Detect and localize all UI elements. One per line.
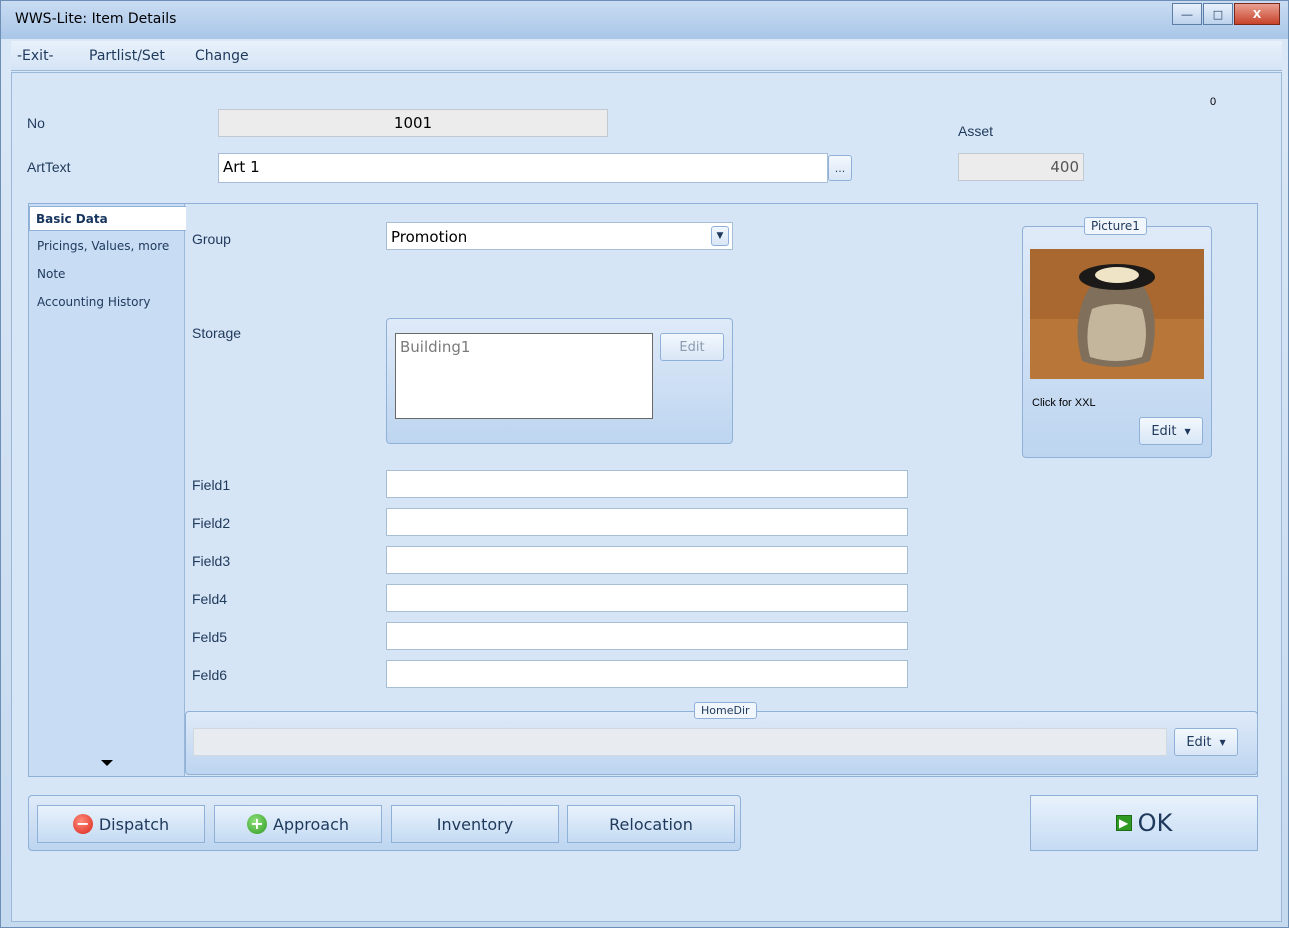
group-select[interactable]: Promotion [386,222,733,250]
tab-accounting-history[interactable]: Accounting History [37,295,151,309]
feld6-label: Feld6 [192,667,228,683]
tab-basic-data[interactable]: Basic Data [29,206,186,231]
item-picture[interactable] [1030,249,1204,379]
chevron-down-icon[interactable]: ▼ [711,226,729,246]
tab-note[interactable]: Note [37,267,65,281]
picture-title: Picture1 [1084,217,1147,235]
approach-button[interactable]: + Approach [214,805,382,843]
item-photo-icon [1030,249,1204,379]
field1-label: Field1 [192,477,231,493]
chevron-down-icon: ▼ [1219,737,1226,747]
window-controls: ― □ X [1171,3,1280,25]
exit-arrow-icon: ▶ [1115,815,1132,831]
feld5-label: Feld5 [192,629,228,645]
homedir-edit-button[interactable]: Edit ▼ [1174,728,1238,756]
scroll-down-icon[interactable] [101,760,113,766]
picture-edit-label: Edit [1151,423,1177,439]
picture-groupbox: Picture1 Click for XXL Edit ▼ [1022,217,1212,458]
feld5-input[interactable] [386,622,908,650]
arttext-label: ArtText [27,159,71,175]
minus-icon: − [72,814,93,834]
ok-label: OK [1137,809,1173,837]
field3-label: Field3 [192,553,231,569]
field3-input[interactable] [386,546,908,574]
homedir-edit-label: Edit [1186,734,1212,750]
record-counter: 0 [1210,96,1217,108]
plus-icon: + [246,814,267,834]
chevron-down-icon: ▼ [1184,426,1191,436]
dispatch-label: Dispatch [98,814,170,834]
asset-field[interactable]: 400 [958,153,1084,181]
tab-list: Basic Data Pricings, Values, more Note A… [29,204,186,776]
homedir-groupbox: HomeDir Edit ▼ [185,702,1258,775]
feld6-input[interactable] [386,660,908,688]
field2-input[interactable] [386,508,908,536]
feld4-input[interactable] [386,584,908,612]
storage-list[interactable]: Building1 [395,333,653,419]
homedir-title: HomeDir [694,702,757,719]
relocation-button[interactable]: Relocation [567,805,735,843]
item-details-window: WWS-Lite: Item Details ― □ X -Exit- Part… [0,0,1289,928]
arttext-browse-button[interactable]: ... [828,155,852,181]
storage-label: Storage [192,325,242,341]
field2-label: Field2 [192,515,231,531]
window-title: WWS-Lite: Item Details [15,11,177,27]
inventory-button[interactable]: Inventory [391,805,559,843]
feld4-label: Feld4 [192,591,228,607]
menu-partlist-set[interactable]: Partlist/Set [89,48,165,64]
menu-change[interactable]: Change [195,48,249,64]
maximize-icon[interactable]: □ [1203,3,1233,25]
group-select-value: Promotion [391,228,468,246]
picture-caption: Click for XXL [1032,397,1096,409]
storage-list-item[interactable]: Building1 [400,338,648,356]
homedir-field[interactable] [193,728,1167,756]
menu-bar: -Exit- Partlist/Set Change [11,41,1282,71]
no-field[interactable]: 1001 [218,109,608,137]
menu-exit[interactable]: -Exit- [17,48,54,64]
main-content: 0 No 1001 ArtText Art 1 ... Asset 400 Ba… [11,72,1282,922]
ok-button[interactable]: ▶ OK [1030,795,1258,851]
minimize-icon[interactable]: ― [1172,3,1202,25]
storage-edit-button[interactable]: Edit [660,333,724,361]
actions-groupbox: − Dispatch + Approach Inventory Relocati… [28,795,741,851]
approach-label: Approach [272,814,349,834]
title-bar[interactable]: WWS-Lite: Item Details ― □ X [1,1,1288,39]
group-label: Group [192,231,231,247]
field1-input[interactable] [386,470,908,498]
asset-label: Asset [958,123,994,139]
close-icon[interactable]: X [1234,3,1280,25]
picture-edit-button[interactable]: Edit ▼ [1139,417,1203,445]
arttext-field[interactable]: Art 1 [218,153,828,183]
no-label: No [27,115,45,131]
tab-pricings-values[interactable]: Pricings, Values, more [37,239,169,253]
dispatch-button[interactable]: − Dispatch [37,805,205,843]
tab-panel: Basic Data Pricings, Values, more Note A… [28,203,1258,777]
storage-groupbox: Building1 Edit [386,318,733,444]
